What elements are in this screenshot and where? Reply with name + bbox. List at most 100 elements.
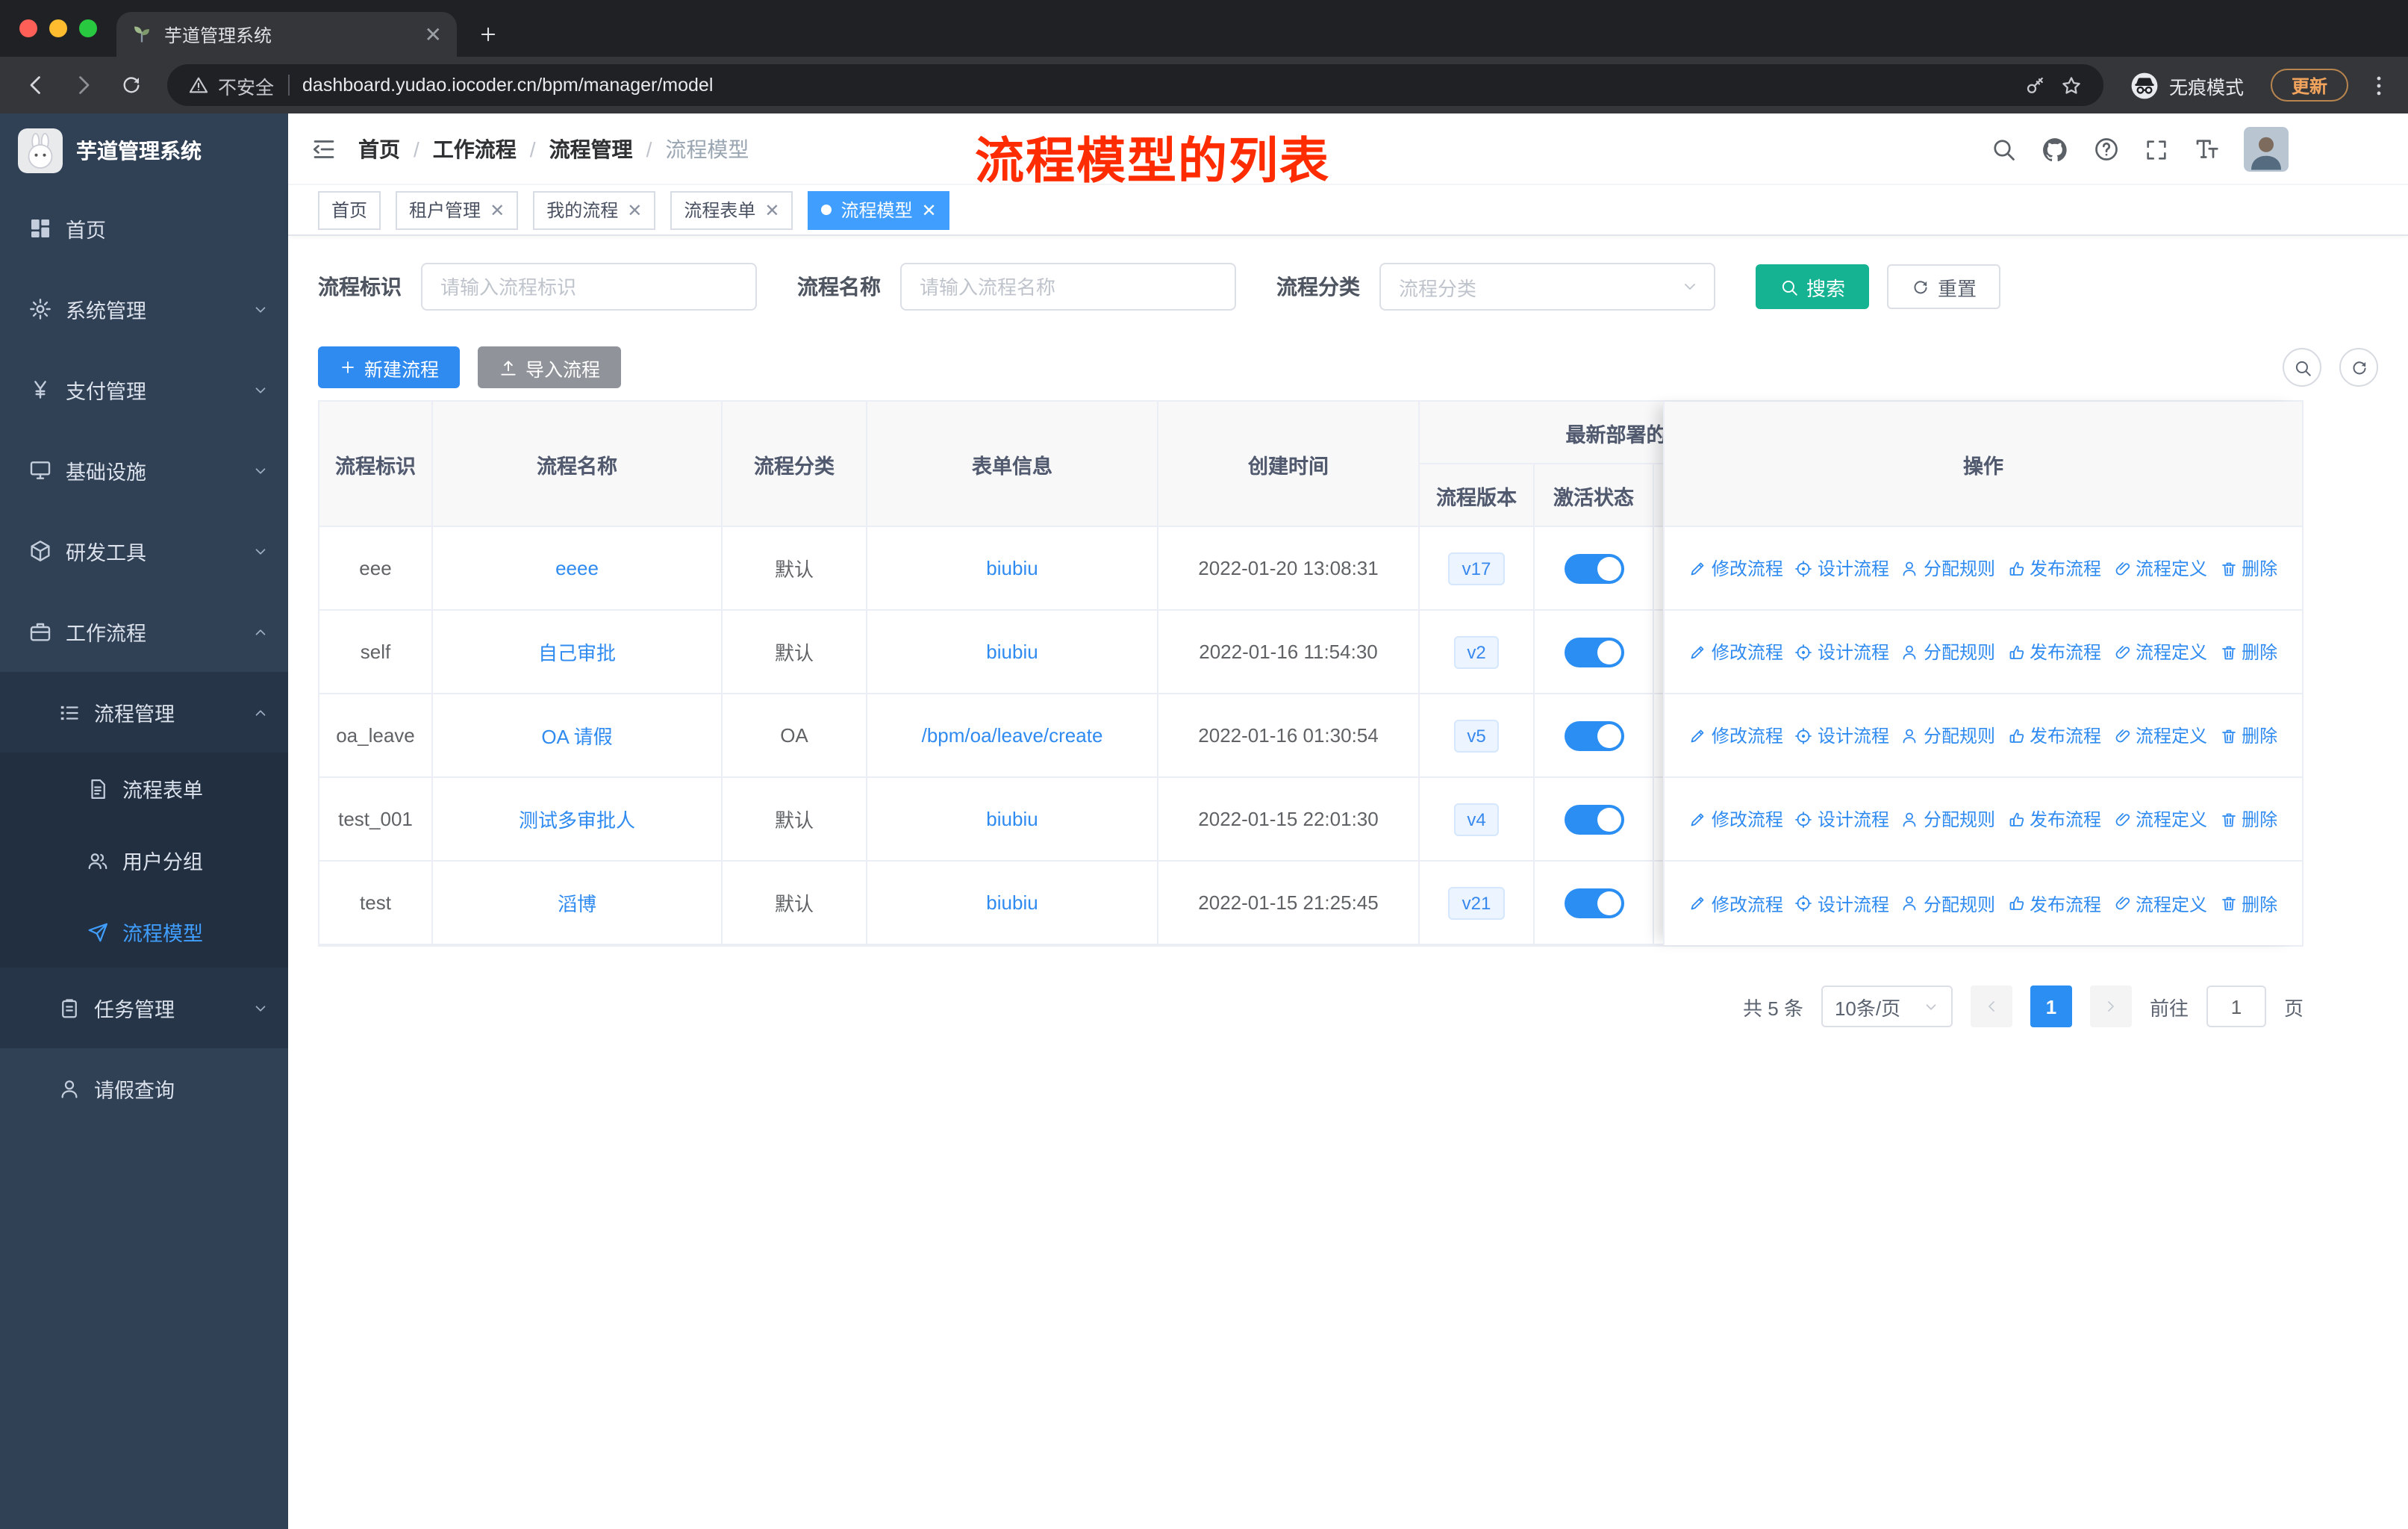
process-id-input[interactable] [421, 263, 757, 311]
modify-flow-link[interactable]: 修改流程 [1689, 723, 1783, 748]
security-indicator[interactable]: 不安全 [188, 71, 274, 99]
forward-button[interactable] [63, 64, 105, 106]
close-icon[interactable]: ✕ [764, 199, 779, 220]
design-flow-link[interactable]: 设计流程 [1795, 723, 1889, 748]
status-toggle[interactable] [1564, 720, 1623, 750]
refresh-table-button[interactable] [2339, 348, 2378, 387]
assign-rule-link[interactable]: 分配规则 [1901, 891, 1995, 916]
flow-definition-link[interactable]: 流程定义 [2113, 555, 2207, 581]
browser-menu-button[interactable] [2363, 72, 2393, 98]
design-flow-link[interactable]: 设计流程 [1795, 639, 1889, 664]
process-name-link[interactable]: eeee [555, 557, 599, 579]
breadcrumb-workflow[interactable]: 工作流程 [433, 134, 517, 164]
flow-definition-link[interactable]: 流程定义 [2113, 806, 2207, 832]
delete-link[interactable]: 删除 [2219, 891, 2277, 916]
sidebar-item-devtools[interactable]: 研发工具 [0, 511, 288, 591]
process-name-link[interactable]: OA 请假 [541, 721, 612, 750]
github-link[interactable] [2041, 135, 2069, 164]
app-logo[interactable]: 芋道管理系统 [0, 113, 288, 188]
close-icon[interactable]: ✕ [922, 199, 937, 220]
status-toggle[interactable] [1564, 553, 1623, 583]
assign-rule-link[interactable]: 分配规则 [1901, 555, 1995, 581]
modify-flow-link[interactable]: 修改流程 [1689, 639, 1783, 664]
form-link[interactable]: biubiu [986, 891, 1038, 914]
user-avatar[interactable] [2244, 127, 2289, 172]
process-name-link[interactable]: 滔博 [558, 888, 596, 917]
page-size-select[interactable]: 10条/页 [1821, 985, 1953, 1027]
delete-link[interactable]: 删除 [2219, 806, 2277, 832]
import-process-button[interactable]: 导入流程 [478, 346, 622, 388]
publish-flow-link[interactable]: 发布流程 [2007, 806, 2101, 832]
bookmark-star-icon[interactable] [2060, 74, 2083, 96]
sidebar-item-workflow[interactable]: 工作流程 [0, 591, 288, 672]
publish-flow-link[interactable]: 发布流程 [2007, 723, 2101, 748]
tag-process-model-active[interactable]: 流程模型 ✕ [808, 190, 950, 229]
breadcrumb-process-mgmt[interactable]: 流程管理 [549, 134, 633, 164]
sidebar-item-system[interactable]: 系统管理 [0, 269, 288, 349]
tag-home[interactable]: 首页 [318, 190, 381, 229]
delete-link[interactable]: 删除 [2219, 723, 2277, 748]
reset-button[interactable]: 重置 [1887, 264, 2001, 309]
breadcrumb-home[interactable]: 首页 [358, 134, 400, 164]
close-icon[interactable]: ✕ [490, 199, 505, 220]
form-link[interactable]: biubiu [986, 641, 1038, 663]
zoom-window-button[interactable] [79, 19, 97, 37]
update-browser-button[interactable]: 更新 [2270, 69, 2348, 102]
tag-process-form[interactable]: 流程表单 ✕ [670, 190, 793, 229]
process-name-link[interactable]: 测试多审批人 [519, 805, 635, 833]
assign-rule-link[interactable]: 分配规则 [1901, 639, 1995, 664]
modify-flow-link[interactable]: 修改流程 [1689, 891, 1783, 916]
design-flow-link[interactable]: 设计流程 [1795, 555, 1889, 581]
modify-flow-link[interactable]: 修改流程 [1689, 555, 1783, 581]
design-flow-link[interactable]: 设计流程 [1795, 891, 1889, 916]
sidebar-item-infra[interactable]: 基础设施 [0, 430, 288, 511]
sidebar-fold-button[interactable] [311, 135, 337, 162]
delete-link[interactable]: 删除 [2219, 639, 2277, 664]
form-link[interactable]: biubiu [986, 557, 1038, 579]
sidebar-item-payment[interactable]: 支付管理 [0, 349, 288, 430]
search-button[interactable]: 搜索 [1756, 264, 1870, 309]
sidebar-item-user-group[interactable]: 用户分组 [0, 824, 288, 896]
goto-page-input[interactable] [2206, 985, 2266, 1027]
status-toggle[interactable] [1564, 804, 1623, 834]
current-page-button[interactable]: 1 [2030, 985, 2072, 1027]
next-page-button[interactable] [2089, 985, 2132, 1027]
font-size-button[interactable] [2193, 136, 2220, 163]
flow-definition-link[interactable]: 流程定义 [2113, 723, 2207, 748]
minimize-window-button[interactable] [49, 19, 67, 37]
help-button[interactable] [2093, 136, 2120, 163]
tag-my-process[interactable]: 我的流程 ✕ [533, 190, 656, 229]
flow-definition-link[interactable]: 流程定义 [2113, 891, 2207, 916]
publish-flow-link[interactable]: 发布流程 [2007, 555, 2101, 581]
status-toggle[interactable] [1564, 637, 1623, 667]
tab-close-icon[interactable]: ✕ [425, 24, 442, 45]
close-window-button[interactable] [19, 19, 37, 37]
design-flow-link[interactable]: 设计流程 [1795, 806, 1889, 832]
browser-tab[interactable]: 芋道管理系统 ✕ [116, 12, 457, 57]
sidebar-item-process-form[interactable]: 流程表单 [0, 753, 288, 824]
process-name-link[interactable]: 自己审批 [538, 638, 616, 666]
sidebar-item-leave-query[interactable]: 请假查询 [0, 1048, 288, 1129]
tag-tenant-mgmt[interactable]: 租户管理 ✕ [396, 190, 519, 229]
publish-flow-link[interactable]: 发布流程 [2007, 891, 2101, 916]
form-link[interactable]: /bpm/oa/leave/create [922, 724, 1103, 747]
header-search-button[interactable] [1990, 136, 2017, 163]
modify-flow-link[interactable]: 修改流程 [1689, 806, 1783, 832]
assign-rule-link[interactable]: 分配规则 [1901, 806, 1995, 832]
password-key-icon[interactable] [2024, 74, 2047, 96]
sidebar-item-process-mgmt[interactable]: 流程管理 [0, 672, 288, 753]
prev-page-button[interactable] [1970, 985, 2012, 1027]
reload-button[interactable] [110, 64, 152, 106]
process-category-select[interactable]: 流程分类 [1379, 263, 1715, 311]
status-toggle[interactable] [1564, 888, 1623, 918]
sidebar-item-home[interactable]: 首页 [0, 188, 288, 269]
flow-definition-link[interactable]: 流程定义 [2113, 639, 2207, 664]
back-button[interactable] [15, 64, 57, 106]
sidebar-item-task-mgmt[interactable]: 任务管理 [0, 968, 288, 1048]
new-tab-button[interactable] [478, 24, 499, 45]
toggle-search-button[interactable] [2283, 348, 2321, 387]
create-process-button[interactable]: 新建流程 [318, 346, 461, 388]
fullscreen-button[interactable] [2144, 137, 2169, 162]
sidebar-item-process-model[interactable]: 流程模型 [0, 896, 288, 968]
delete-link[interactable]: 删除 [2219, 555, 2277, 581]
